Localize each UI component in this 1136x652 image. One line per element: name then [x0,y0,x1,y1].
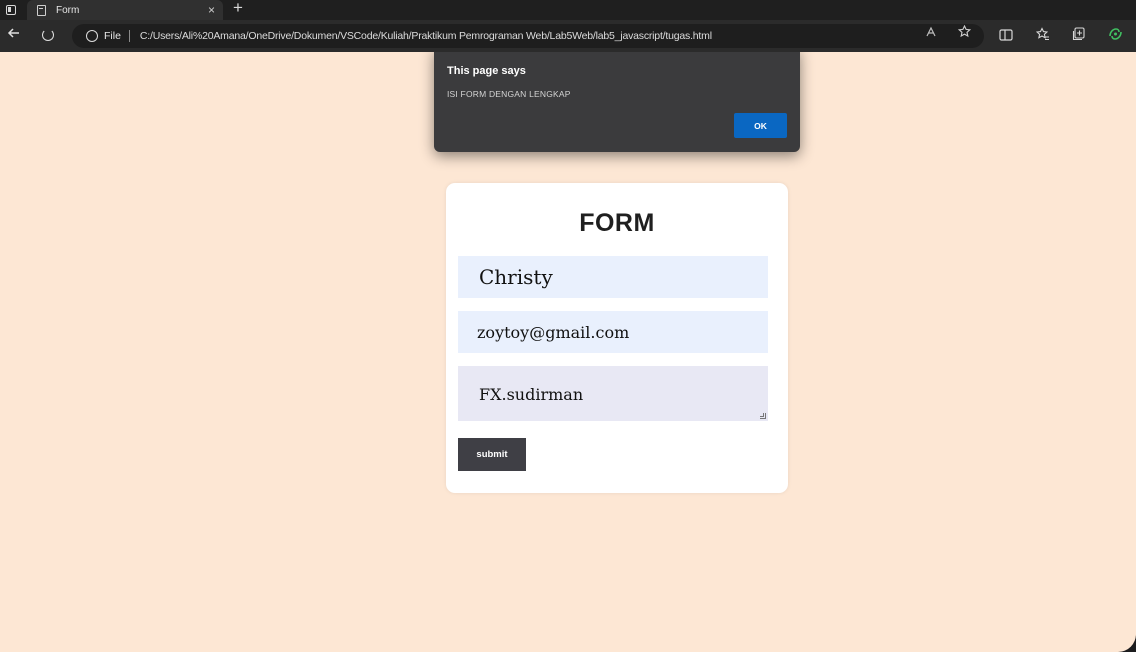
page-icon [37,4,46,16]
favorites-icon[interactable] [1033,26,1053,46]
read-aloud-icon[interactable] [922,25,940,43]
collections-icon[interactable] [1069,26,1089,46]
url-separator [128,30,130,42]
address-bar[interactable]: File C:/Users/Ali%20Amana/OneDrive/Dokum… [72,24,984,48]
dialog-ok-button[interactable]: OK [734,113,787,138]
email-input[interactable]: zoytoy@gmail.com [458,311,768,353]
tab-form[interactable]: Form × [27,0,223,20]
form-card: FORM Christy zoytoy@gmail.com FX.sudirma… [446,183,788,493]
tab-actions-icon[interactable] [2,1,20,18]
info-icon[interactable] [86,30,98,42]
browser-toolbar: File C:/Users/Ali%20Amana/OneDrive/Dokum… [0,20,1136,52]
copilot-icon[interactable] [1105,26,1125,46]
address-textarea-value: FX.sudirman [479,385,584,404]
submit-button[interactable]: submit [458,438,526,471]
textarea-resize-handle[interactable] [760,413,766,419]
url-text[interactable]: C:/Users/Ali%20Amana/OneDrive/Dokumen/VS… [140,30,712,42]
favorite-star-icon[interactable] [955,24,973,43]
url-scheme: File [104,30,121,42]
form-title: FORM [579,209,655,237]
back-arrow-icon[interactable] [4,26,24,46]
tab-strip: Form × + [0,0,1136,20]
page-viewport: FORM Christy zoytoy@gmail.com FX.sudirma… [0,52,1136,652]
name-input-value: Christy [479,265,553,289]
dialog-title: This page says [447,65,526,77]
name-input[interactable]: Christy [458,256,768,298]
email-input-value: zoytoy@gmail.com [477,322,630,342]
reload-icon[interactable] [38,26,58,46]
split-screen-icon[interactable] [996,26,1016,46]
address-textarea[interactable]: FX.sudirman [458,366,768,421]
new-tab-button[interactable]: + [229,0,247,18]
alert-dialog: This page says ISI FORM DENGAN LENGKAP O… [434,52,800,152]
dialog-message: ISI FORM DENGAN LENGKAP [447,89,571,99]
tab-close-icon[interactable]: × [208,4,215,16]
tab-title: Form [56,4,80,16]
